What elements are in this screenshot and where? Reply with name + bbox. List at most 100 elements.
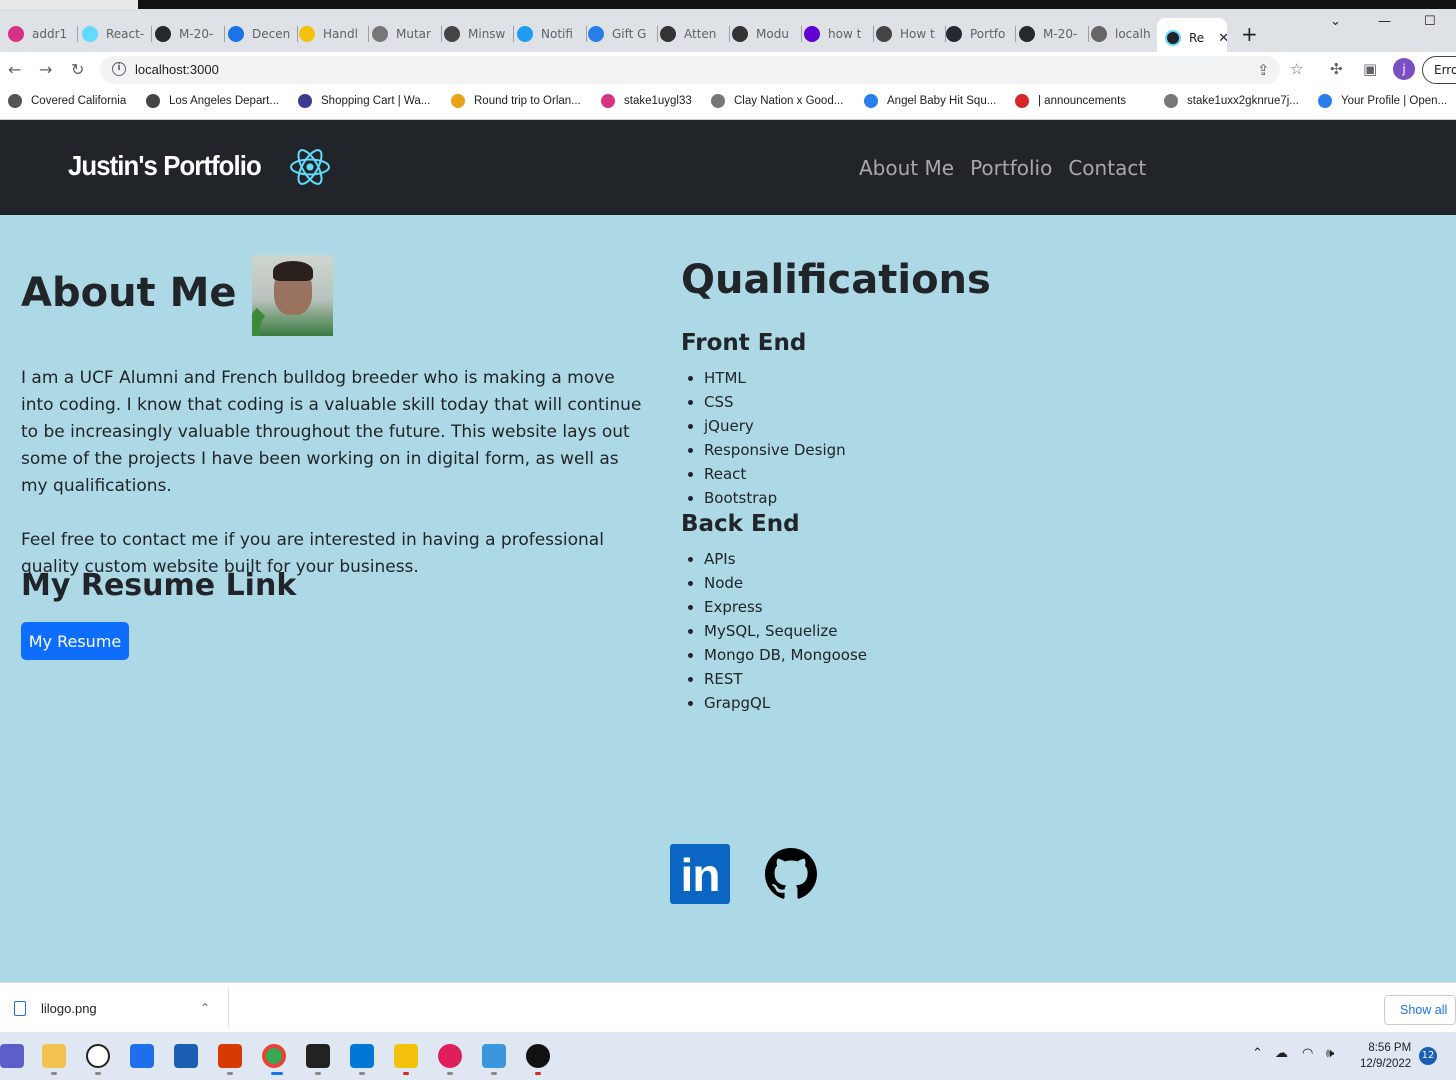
tab-5[interactable]: Mutar [372, 21, 442, 47]
tab-15[interactable]: localh [1091, 21, 1161, 47]
office-icon[interactable] [218, 1044, 242, 1068]
error-button[interactable]: Erro [1422, 56, 1456, 84]
download-filename[interactable]: lilogo.png [41, 1001, 97, 1016]
store-icon[interactable] [130, 1044, 154, 1068]
nav-contact[interactable]: Contact [1068, 156, 1146, 180]
nav-portfolio[interactable]: Portfolio [970, 156, 1052, 180]
profile-avatar[interactable]: j [1393, 58, 1415, 80]
bookmark-item[interactable]: Covered California [8, 94, 126, 108]
bookmark-item[interactable]: Clay Nation x Good... [711, 94, 843, 108]
tab-label: Decen [252, 27, 291, 41]
bookmark-favicon-icon [1164, 94, 1178, 108]
tab-2[interactable]: M-20- [155, 21, 225, 47]
site-info-icon[interactable]: i [112, 62, 126, 76]
tab-favicon-icon [804, 26, 820, 42]
resume-button[interactable]: My Resume [21, 622, 129, 660]
list-item: React [704, 462, 846, 486]
list-item: GrapgQL [704, 691, 867, 715]
minimize-button[interactable]: — [1378, 14, 1391, 29]
bookmark-label: Los Angeles Depart... [169, 95, 279, 107]
tab-12[interactable]: How t [876, 21, 946, 47]
tab-8[interactable]: Gift G [588, 21, 658, 47]
onedrive-icon[interactable]: ☁ [1275, 1046, 1288, 1061]
reload-icon[interactable]: ↻ [71, 60, 84, 79]
list-item: Node [704, 571, 867, 595]
tab-0[interactable]: addr1 [8, 21, 78, 47]
linkedin-icon[interactable]: in [670, 844, 730, 904]
tab-4[interactable]: Handl [299, 21, 369, 47]
tab-11[interactable]: how t [804, 21, 874, 47]
bookmark-item[interactable]: Your Profile | Open... [1318, 94, 1447, 108]
tab-favicon-icon [732, 26, 748, 42]
bookmark-favicon-icon [711, 94, 725, 108]
list-item: Bootstrap [704, 486, 846, 510]
github-icon[interactable] [765, 848, 817, 900]
tab-favicon-icon [876, 26, 892, 42]
nav-about-me[interactable]: About Me [859, 156, 954, 180]
github-desktop-icon[interactable] [526, 1044, 550, 1068]
tab-label: M-20- [1043, 27, 1078, 41]
bookmark-label: Clay Nation x Good... [734, 95, 844, 107]
close-tab-icon[interactable]: ✕ [1218, 31, 1227, 46]
wifi-icon[interactable]: ◠ [1302, 1046, 1313, 1061]
notification-badge[interactable]: 12 [1419, 1047, 1437, 1065]
chrome-icon[interactable] [262, 1044, 286, 1068]
tab-6[interactable]: Minsw [444, 21, 514, 47]
bookmark-item[interactable]: Round trip to Orlan... [451, 94, 581, 108]
chevron-up-icon[interactable]: ⌃ [200, 1001, 210, 1015]
tab-favicon-icon [1091, 26, 1107, 42]
photos-icon[interactable] [482, 1044, 506, 1068]
tab-3[interactable]: Decen [228, 21, 298, 47]
tab-favicon-icon [1019, 26, 1035, 42]
site-brand[interactable]: Justin's Portfolio [68, 150, 262, 182]
tab-label: Minsw [468, 27, 506, 41]
tab-label: Mutar [396, 27, 431, 41]
volume-icon[interactable]: 🕪 [1326, 1046, 1334, 1061]
maximize-button[interactable]: ☐ [1424, 14, 1436, 29]
tab-10[interactable]: Modu [732, 21, 802, 47]
tab-7[interactable]: Notifi [517, 21, 587, 47]
tab-favicon-icon [588, 26, 604, 42]
bookmark-item[interactable]: Angel Baby Hit Squ... [864, 94, 996, 108]
list-item: Express [704, 595, 867, 619]
vscode-icon[interactable] [350, 1044, 374, 1068]
tab-label: Modu [756, 27, 789, 41]
back-icon[interactable]: ← [8, 60, 21, 79]
teams-icon[interactable] [0, 1044, 24, 1068]
os-taskbar: ⌃ ☁ ◠ 🕪 8:56 PM 12/9/2022 12 [0, 1032, 1456, 1080]
address-bar[interactable]: i localhost:3000 ⇪ ☆ [100, 56, 1303, 84]
slack-icon[interactable] [438, 1044, 462, 1068]
tab-label: how t [828, 27, 862, 41]
tray-chevron-icon[interactable]: ⌃ [1252, 1046, 1263, 1061]
download-bar: lilogo.png ⌃ Show all [0, 982, 1456, 1032]
mail-icon[interactable] [174, 1044, 198, 1068]
download-item[interactable]: lilogo.png [14, 1001, 97, 1016]
bookmark-item[interactable]: | announcements [1015, 94, 1126, 108]
dell-icon[interactable] [86, 1044, 110, 1068]
tab-1[interactable]: React- [82, 21, 152, 47]
tab-search-icon[interactable]: ⌄ [1330, 14, 1341, 29]
bookmark-item[interactable]: Los Angeles Depart... [146, 94, 279, 108]
tab-14[interactable]: M-20- [1019, 21, 1089, 47]
profile-photo [252, 255, 333, 336]
share-icon[interactable]: ⇪ [1257, 61, 1270, 79]
file-explorer-icon[interactable] [42, 1044, 66, 1068]
bookmark-item[interactable]: stake1uxx2gknrue7j... [1164, 94, 1299, 108]
forward-icon[interactable]: → [39, 60, 52, 79]
list-item: MySQL, Sequelize [704, 619, 867, 643]
side-panel-icon[interactable]: ▣ [1363, 60, 1377, 78]
bookmark-star-icon[interactable]: ☆ [1290, 60, 1303, 78]
clock[interactable]: 8:56 PM 12/9/2022 [1360, 1040, 1411, 1072]
terminal-icon[interactable] [306, 1044, 330, 1068]
url-text[interactable]: localhost:3000 [135, 62, 219, 77]
tab-9[interactable]: Atten [660, 21, 730, 47]
list-item: jQuery [704, 414, 846, 438]
back-end-list: APIs Node Express MySQL, Sequelize Mongo… [704, 547, 867, 715]
security-icon[interactable] [394, 1044, 418, 1068]
extensions-icon[interactable]: ✣ [1330, 60, 1343, 78]
bookmark-item[interactable]: Shopping Cart | Wa... [298, 94, 430, 108]
tab-13[interactable]: Portfo [946, 21, 1016, 47]
bookmark-item[interactable]: stake1uygl33 [601, 94, 692, 108]
new-tab-button[interactable]: + [1241, 22, 1258, 46]
show-all-button[interactable]: Show all [1384, 995, 1456, 1025]
